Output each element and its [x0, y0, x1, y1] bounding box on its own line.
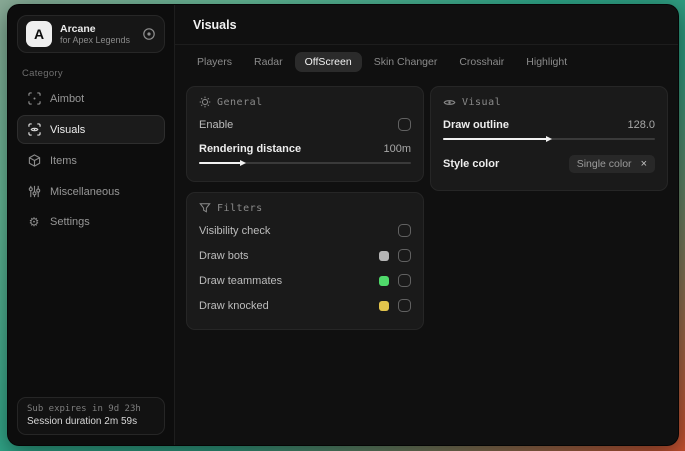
draw-teammates-label: Draw teammates: [199, 274, 283, 287]
draw-bots-label: Draw bots: [199, 249, 249, 262]
funnel-icon: [199, 202, 211, 214]
sun-icon: [199, 96, 211, 108]
clear-selection-icon[interactable]: ×: [641, 158, 647, 170]
tab-bar: Players Radar OffScreen Skin Changer Cro…: [175, 45, 678, 74]
left-column: General Enable Rendering distance 100m F…: [186, 86, 424, 330]
main-header: Visuals: [175, 5, 678, 45]
slider-thumb[interactable]: [545, 135, 552, 142]
tab-radar[interactable]: Radar: [244, 52, 293, 72]
rendering-distance-value: 100m: [383, 143, 411, 155]
visibility-check-label: Visibility check: [199, 224, 271, 237]
general-panel-title: General: [217, 96, 263, 108]
category-label: Category: [22, 68, 63, 79]
slider-fill: [443, 135, 552, 142]
sidebar-item-miscellaneous[interactable]: Miscellaneous: [17, 177, 165, 206]
cube-icon: [27, 154, 41, 167]
sidebar-item-label: Items: [50, 154, 77, 167]
visibility-check-row: Visibility check: [199, 218, 411, 243]
tab-players[interactable]: Players: [187, 52, 242, 72]
visibility-check-checkbox[interactable]: [398, 224, 411, 237]
draw-outline-slider[interactable]: [443, 134, 655, 143]
logo-text: Arcane for Apex Legends: [60, 23, 130, 45]
tab-crosshair[interactable]: Crosshair: [449, 52, 514, 72]
target-badge-icon[interactable]: [142, 27, 156, 41]
filters-panel-title: Filters: [217, 202, 263, 214]
tab-offscreen[interactable]: OffScreen: [294, 52, 362, 72]
sidebar-item-label: Aimbot: [50, 92, 85, 105]
content: General Enable Rendering distance 100m F…: [175, 74, 678, 330]
draw-bots-checkbox[interactable]: [398, 249, 411, 262]
app-window: A Arcane for Apex Legends Category Aimbo…: [7, 4, 679, 446]
filters-panel: Filters Visibility check Draw bots Draw …: [186, 192, 424, 330]
app-title: Arcane: [60, 22, 96, 35]
enable-label: Enable: [199, 118, 234, 131]
sliders-icon: [27, 185, 41, 198]
sub-expires-text: Sub expires in 9d 23h: [27, 404, 141, 414]
filters-panel-header: Filters: [199, 202, 411, 214]
tab-highlight[interactable]: Highlight: [516, 52, 577, 72]
visual-panel: Visual Draw outline 128.0 Style color Si…: [430, 86, 668, 191]
crosshair-scan-icon: [27, 92, 41, 105]
app-logo: A: [26, 21, 52, 47]
draw-knocked-color-swatch[interactable]: [379, 300, 389, 311]
sidebar-nav: Aimbot Visuals Items Miscellaneous ⚙ Set…: [17, 84, 165, 236]
sidebar-item-label: Miscellaneous: [50, 185, 120, 198]
eye-scan-icon: [27, 123, 41, 136]
draw-bots-color-swatch[interactable]: [379, 250, 389, 261]
rendering-distance-row: Rendering distance 100m: [199, 137, 411, 157]
draw-knocked-label: Draw knocked: [199, 299, 269, 312]
enable-checkbox[interactable]: [398, 118, 411, 131]
sidebar-item-settings[interactable]: ⚙ Settings: [17, 208, 165, 236]
rendering-distance-label: Rendering distance: [199, 143, 302, 155]
gear-icon: ⚙: [28, 215, 40, 229]
subscription-info-card: Sub expires in 9d 23h Session duration 2…: [17, 397, 165, 435]
draw-outline-label: Draw outline: [443, 119, 510, 131]
sidebar-item-visuals[interactable]: Visuals: [17, 115, 165, 144]
visual-panel-title: Visual: [462, 97, 502, 108]
sidebar-item-label: Settings: [50, 216, 90, 228]
app-subtitle: for Apex Legends: [60, 34, 131, 45]
visual-panel-header: Visual: [443, 96, 655, 109]
style-color-selected-value: Single color: [576, 158, 632, 170]
slider-thumb[interactable]: [240, 159, 247, 166]
right-column: Visual Draw outline 128.0 Style color Si…: [430, 86, 668, 191]
page-title: Visuals: [193, 18, 237, 32]
eye-icon: [443, 96, 456, 109]
sidebar: A Arcane for Apex Legends Category Aimbo…: [8, 5, 175, 445]
draw-knocked-row: Draw knocked: [199, 293, 411, 318]
tab-skin-changer[interactable]: Skin Changer: [364, 52, 448, 72]
enable-row: Enable: [199, 112, 411, 137]
style-color-row: Style color Single color ×: [443, 146, 655, 179]
draw-teammates-color-swatch[interactable]: [379, 275, 389, 286]
slider-fill: [199, 159, 247, 166]
draw-outline-value: 128.0: [627, 119, 655, 131]
style-color-label: Style color: [443, 158, 500, 170]
style-color-select[interactable]: Single color ×: [568, 155, 655, 173]
logo-card: A Arcane for Apex Legends: [17, 15, 165, 53]
draw-teammates-row: Draw teammates: [199, 268, 411, 293]
general-panel: General Enable Rendering distance 100m: [186, 86, 424, 182]
sidebar-item-items[interactable]: Items: [17, 146, 165, 175]
rendering-distance-slider[interactable]: [199, 158, 411, 167]
main-area: Visuals Players Radar OffScreen Skin Cha…: [175, 5, 678, 445]
draw-bots-row: Draw bots: [199, 243, 411, 268]
session-duration-text: Session duration 2m 59s: [27, 416, 138, 427]
draw-teammates-checkbox[interactable]: [398, 274, 411, 287]
draw-knocked-checkbox[interactable]: [398, 299, 411, 312]
general-panel-header: General: [199, 96, 411, 108]
sidebar-item-aimbot[interactable]: Aimbot: [17, 84, 165, 113]
sidebar-item-label: Visuals: [50, 123, 86, 136]
draw-outline-row: Draw outline 128.0: [443, 113, 655, 133]
